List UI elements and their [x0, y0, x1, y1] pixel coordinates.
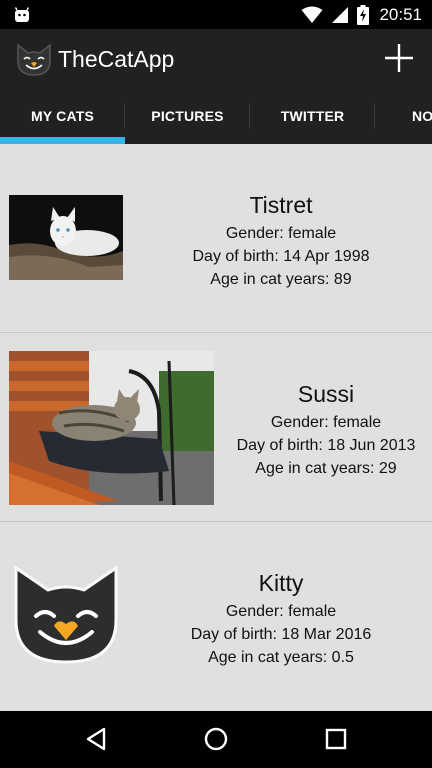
cat-birth: Day of birth: 18 Jun 2013 — [236, 437, 416, 454]
tab-no[interactable]: NO — [375, 87, 432, 144]
battery-charging-icon — [357, 4, 370, 25]
list-item[interactable]: Kitty Gender: female Day of birth: 18 Ma… — [0, 522, 432, 711]
status-time: 20:51 — [379, 4, 422, 24]
cat-name: Kitty — [258, 570, 304, 596]
android-icon — [14, 7, 30, 22]
tab-indicator — [0, 137, 125, 144]
app-title: TheCatApp — [58, 46, 175, 72]
cat-birth: Day of birth: 18 Mar 2016 — [190, 626, 372, 643]
cat-info: Sussi Gender: female Day of birth: 18 Ju… — [226, 379, 426, 480]
add-icon[interactable] — [382, 41, 416, 75]
tab-twitter[interactable]: TWITTER — [250, 87, 375, 144]
cat-name: Tistret — [249, 192, 313, 218]
white-cat-photo — [9, 195, 123, 280]
cat-gender: Gender: female — [270, 414, 382, 431]
tab-my-cats[interactable]: MY CATS — [0, 87, 125, 144]
cat-name: Sussi — [297, 381, 355, 407]
tab-label: NO — [412, 107, 432, 124]
wifi-icon — [301, 6, 323, 23]
navigation-bar — [0, 711, 432, 768]
tab-bar: MY CATS PICTURES TWITTER NO — [0, 87, 432, 144]
cat-age: Age in cat years: 0.5 — [208, 649, 354, 666]
home-icon[interactable] — [202, 725, 230, 753]
list-item[interactable]: Tistret Gender: female Day of birth: 14 … — [0, 144, 432, 333]
cat-info: Kitty Gender: female Day of birth: 18 Ma… — [156, 568, 406, 669]
cat-age: Age in cat years: 89 — [210, 271, 352, 288]
back-icon[interactable] — [82, 725, 110, 753]
tab-pictures[interactable]: PICTURES — [125, 87, 250, 144]
cat-list[interactable]: Tistret Gender: female Day of birth: 14 … — [0, 144, 432, 711]
cat-age: Age in cat years: 29 — [255, 460, 397, 477]
cat-gender: Gender: female — [225, 225, 337, 242]
tabby-cat-on-bench-photo — [9, 351, 214, 505]
tab-label: MY CATS — [30, 107, 95, 124]
tab-label: PICTURES — [151, 107, 224, 124]
cat-face-icon — [14, 565, 118, 664]
cat-birth: Day of birth: 14 Apr 1998 — [192, 248, 370, 265]
cat-info: Tistret Gender: female Day of birth: 14 … — [156, 190, 406, 291]
tab-label: TWITTER — [280, 107, 345, 124]
status-bar: 20:51 — [0, 0, 432, 29]
cat-face-icon — [17, 43, 51, 76]
app-bar: TheCatApp — [0, 29, 432, 87]
list-item[interactable]: Sussi Gender: female Day of birth: 18 Ju… — [0, 333, 432, 522]
signal-icon — [332, 6, 349, 23]
cat-gender: Gender: female — [225, 603, 337, 620]
recents-icon[interactable] — [322, 725, 350, 753]
